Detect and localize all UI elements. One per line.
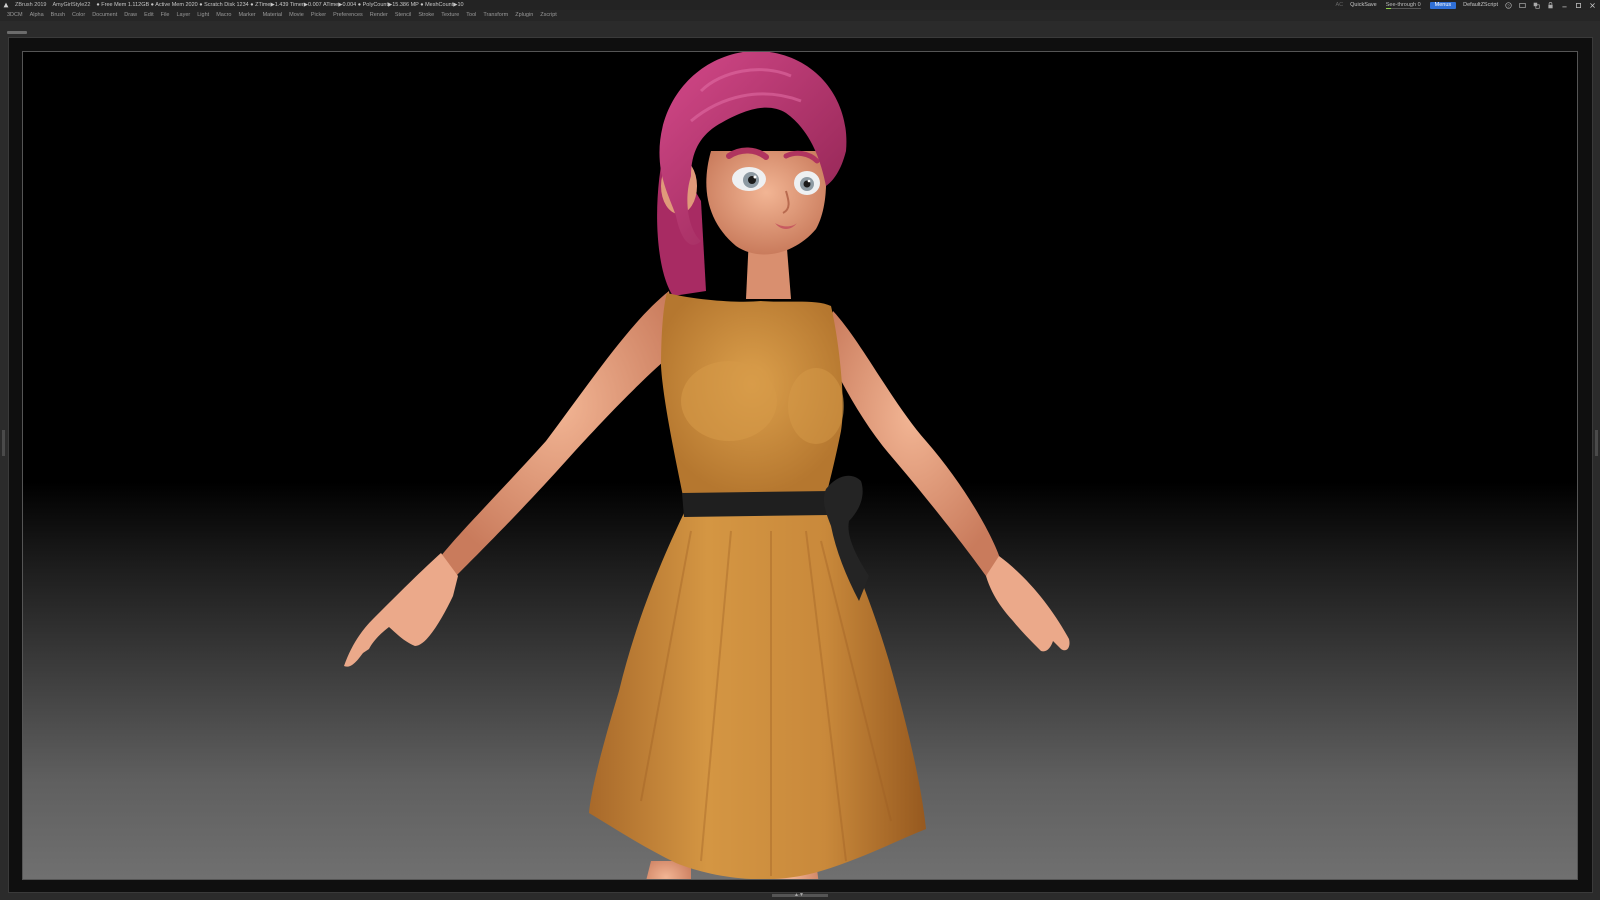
menu-item-document[interactable]: Document	[92, 10, 117, 21]
maximize-icon[interactable]	[1575, 2, 1582, 9]
face	[706, 151, 827, 255]
menu-item-layer[interactable]: Layer	[176, 10, 190, 21]
shelf-drag-handle[interactable]	[7, 31, 27, 34]
menu-item-material[interactable]: Material	[263, 10, 283, 21]
bottom-tray-handle[interactable]: ▲▼	[772, 892, 828, 898]
menu-item-edit[interactable]: Edit	[144, 10, 153, 21]
right-tray-tab[interactable]	[1595, 430, 1598, 456]
top-shelf	[0, 21, 1600, 37]
ac-button[interactable]: AC	[1336, 0, 1344, 10]
dress-skirt	[589, 513, 926, 879]
zbrush-logo-icon	[3, 2, 9, 8]
left-arm	[441, 291, 676, 576]
character-model[interactable]	[23, 52, 1578, 880]
menu-item-preferences[interactable]: Preferences	[333, 10, 363, 21]
menu-item-brush[interactable]: Brush	[51, 10, 65, 21]
script-button[interactable]: DefaultZScript	[1463, 0, 1498, 10]
quicksave-button[interactable]: QuickSave	[1350, 0, 1377, 10]
swatch-icon[interactable]	[1533, 2, 1540, 9]
lock-icon[interactable]	[1547, 1, 1554, 9]
menu-item-marker[interactable]: Marker	[238, 10, 255, 21]
left-tray-tab[interactable]	[2, 430, 5, 456]
menus-toggle[interactable]: Menus	[1429, 1, 1457, 9]
menu-item-render[interactable]: Render	[370, 10, 388, 21]
expand-arrow-icon: ▲▼	[794, 892, 804, 898]
menu-item-transform[interactable]: Transform	[483, 10, 508, 21]
left-hand	[344, 553, 458, 667]
close-icon[interactable]	[1589, 2, 1596, 9]
document-viewport[interactable]	[22, 51, 1578, 880]
menu-item-zscript[interactable]: Zscript	[540, 10, 557, 21]
menu-bar: 3DCM Alpha Brush Color Document Draw Edi…	[0, 10, 1600, 21]
svg-text:?: ?	[1507, 3, 1510, 8]
menu-item-draw[interactable]: Draw	[124, 10, 137, 21]
see-through-slider[interactable]: See-through 0	[1384, 0, 1423, 10]
menu-item-alpha[interactable]: Alpha	[30, 10, 44, 21]
memory-stats: ● Free Mem 1.112GB ● Active Mem 2020 ● S…	[96, 2, 464, 8]
menu-item-macro[interactable]: Macro	[216, 10, 231, 21]
menu-item-3dcm[interactable]: 3DCM	[7, 10, 23, 21]
title-bar: ZBrush 2019 AmyGirlStyle22 ● Free Mem 1.…	[0, 0, 1600, 10]
minimize-icon[interactable]	[1561, 2, 1568, 9]
right-eye	[794, 171, 820, 195]
menu-item-stencil[interactable]: Stencil	[395, 10, 412, 21]
menu-item-tool[interactable]: Tool	[466, 10, 476, 21]
title-bar-right: AC QuickSave See-through 0 Menus Default…	[1336, 0, 1597, 10]
bust-left	[681, 361, 777, 441]
menu-item-movie[interactable]: Movie	[289, 10, 304, 21]
menu-items: 3DCM Alpha Brush Color Document Draw Edi…	[7, 10, 557, 21]
menu-item-light[interactable]: Light	[197, 10, 209, 21]
dress-belt	[682, 491, 831, 517]
left-eye	[732, 167, 766, 191]
menu-item-texture[interactable]: Texture	[441, 10, 459, 21]
menu-item-color[interactable]: Color	[72, 10, 85, 21]
menu-item-picker[interactable]: Picker	[311, 10, 326, 21]
see-through-fill	[1385, 8, 1391, 9]
title-bar-left: ZBrush 2019 AmyGirlStyle22 ● Free Mem 1.…	[3, 0, 464, 10]
app-name: ZBrush 2019	[15, 2, 47, 8]
help-icon[interactable]: ?	[1505, 1, 1512, 9]
document-name: AmyGirlStyle22	[52, 2, 91, 8]
right-arm	[823, 311, 1001, 576]
menu-item-zplugin[interactable]: Zplugin	[515, 10, 533, 21]
bust-right	[788, 368, 844, 444]
layout-icon[interactable]	[1519, 2, 1526, 9]
menu-item-file[interactable]: File	[161, 10, 170, 21]
right-hand	[986, 556, 1070, 652]
menu-item-stroke[interactable]: Stroke	[418, 10, 434, 21]
